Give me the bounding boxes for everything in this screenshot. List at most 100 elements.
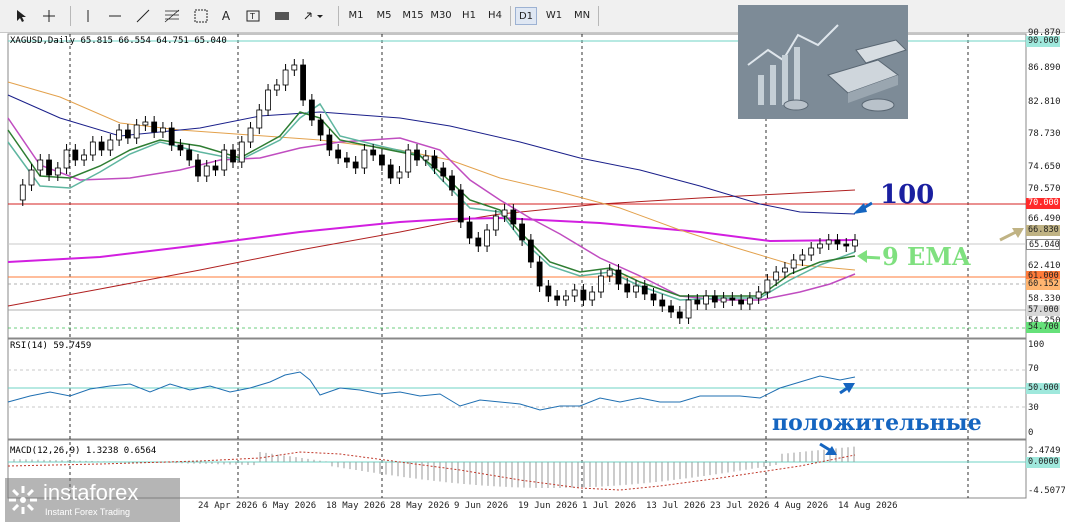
candle-body — [291, 64, 298, 71]
candle-body — [457, 189, 464, 223]
candle-body — [799, 254, 806, 261]
candle-body — [598, 275, 604, 293]
annotation-positive: положительные — [772, 410, 982, 436]
candle-body — [720, 297, 727, 303]
candle-body — [545, 285, 552, 297]
date-label: 28 May 2026 — [390, 501, 450, 511]
rsi-axis-label: 30 — [1028, 403, 1039, 413]
date-label: 23 Jul 2026 — [710, 501, 770, 511]
candle-body — [63, 149, 70, 169]
candle-body — [28, 169, 35, 186]
price-axis-label: 86.890 — [1028, 63, 1061, 73]
logo-brand: instaforex — [43, 480, 139, 505]
candle-body — [343, 157, 350, 163]
candle-body — [142, 121, 149, 126]
candle-body — [89, 141, 96, 156]
candle-body — [133, 124, 140, 139]
macd-title: MACD(12,26,9) 1.3238 0.6564 — [10, 446, 157, 456]
price-axis-label: 58.330 — [1028, 294, 1061, 304]
candle-body — [501, 209, 508, 217]
candle-body — [703, 295, 709, 305]
price-axis-label: 74.650 — [1028, 162, 1061, 172]
candle-body — [527, 239, 534, 263]
candle-body — [650, 293, 657, 301]
candle-body — [510, 209, 517, 225]
rsi-axis-label: 70 — [1028, 364, 1039, 374]
candle-body — [519, 223, 526, 241]
date-label: 24 Apr 2026 — [198, 501, 258, 511]
candle-body — [370, 149, 377, 156]
candle-body — [694, 299, 701, 305]
candle-body — [212, 165, 219, 171]
candle-body — [606, 269, 613, 277]
candle-body — [536, 261, 543, 287]
logo-tagline: Instant Forex Trading — [45, 507, 131, 517]
candle-body — [247, 127, 254, 143]
candle-body — [335, 149, 342, 159]
candle-body — [466, 221, 473, 239]
price-axis-label: 78.730 — [1028, 129, 1061, 139]
price-tag-60: 60.152 — [1026, 279, 1060, 290]
ma-orange-line — [7, 81, 856, 271]
candle-body — [308, 99, 315, 121]
candle-body — [151, 121, 158, 133]
candle-body — [387, 164, 394, 179]
candle-body — [81, 154, 87, 161]
rsi-axis-label: 0 — [1028, 428, 1034, 438]
candle-body — [431, 155, 438, 169]
silver-bars-thumbnail — [738, 5, 908, 119]
date-label: 4 Aug 2026 — [774, 501, 829, 511]
rsi-tag-50: 50.000 — [1026, 383, 1060, 394]
candle-body — [352, 161, 359, 169]
candle-body — [711, 295, 718, 303]
candle-body — [746, 297, 753, 305]
candle-body — [571, 289, 578, 297]
candle-body — [405, 149, 412, 173]
candle-body — [124, 129, 131, 139]
candle-body — [265, 89, 271, 111]
candle-body — [72, 149, 79, 161]
candle-body — [633, 285, 639, 293]
price-tag-90: 90.000 — [1026, 36, 1060, 47]
price-axis-label: 66.490 — [1028, 214, 1061, 224]
candle-body — [317, 119, 324, 136]
price-tag-66: 66.830 — [1026, 225, 1060, 236]
candle-body — [107, 139, 114, 151]
candle-body — [817, 243, 823, 249]
candle-body — [808, 247, 815, 256]
candle-body — [361, 149, 368, 169]
candle-body — [186, 149, 193, 161]
candle-body — [685, 299, 692, 319]
price-tag-current: 65.040 — [1026, 239, 1060, 250]
date-label: 18 May 2026 — [326, 501, 386, 511]
date-label: 14 Aug 2026 — [838, 501, 898, 511]
rsi-axis-label: 100 — [1028, 340, 1045, 350]
date-label: 19 Jun 2026 — [518, 501, 578, 511]
price-axis-label: 82.810 — [1028, 97, 1061, 107]
candle-body — [37, 159, 44, 171]
macd-axis-label: 2.4749 — [1028, 446, 1061, 456]
candle-body — [221, 149, 228, 171]
candle-body — [195, 159, 201, 177]
candle-body — [449, 175, 455, 191]
annotation-100: 100 — [880, 180, 935, 210]
candle-body — [563, 295, 569, 301]
candle-body — [580, 289, 587, 301]
candle-body — [624, 283, 631, 293]
candle-body — [782, 267, 788, 273]
candle-body — [379, 154, 385, 166]
rsi-title: RSI(14) 59.7459 — [10, 341, 92, 351]
candle-body — [203, 165, 210, 177]
candle-body — [19, 184, 26, 201]
candle-body — [230, 149, 236, 163]
candle-body — [676, 311, 683, 319]
symbol-header: XAGUSD,Daily 65.815 66.554 64.751 65.040 — [10, 36, 227, 46]
candle-body — [492, 215, 499, 231]
candle-body — [484, 229, 490, 247]
candle-body — [46, 159, 52, 176]
price-tag-57: 57.000 — [1026, 305, 1060, 316]
candle-body — [729, 297, 736, 301]
candle-body — [440, 167, 447, 177]
candle-body — [238, 141, 245, 163]
rsi-line — [7, 371, 856, 411]
